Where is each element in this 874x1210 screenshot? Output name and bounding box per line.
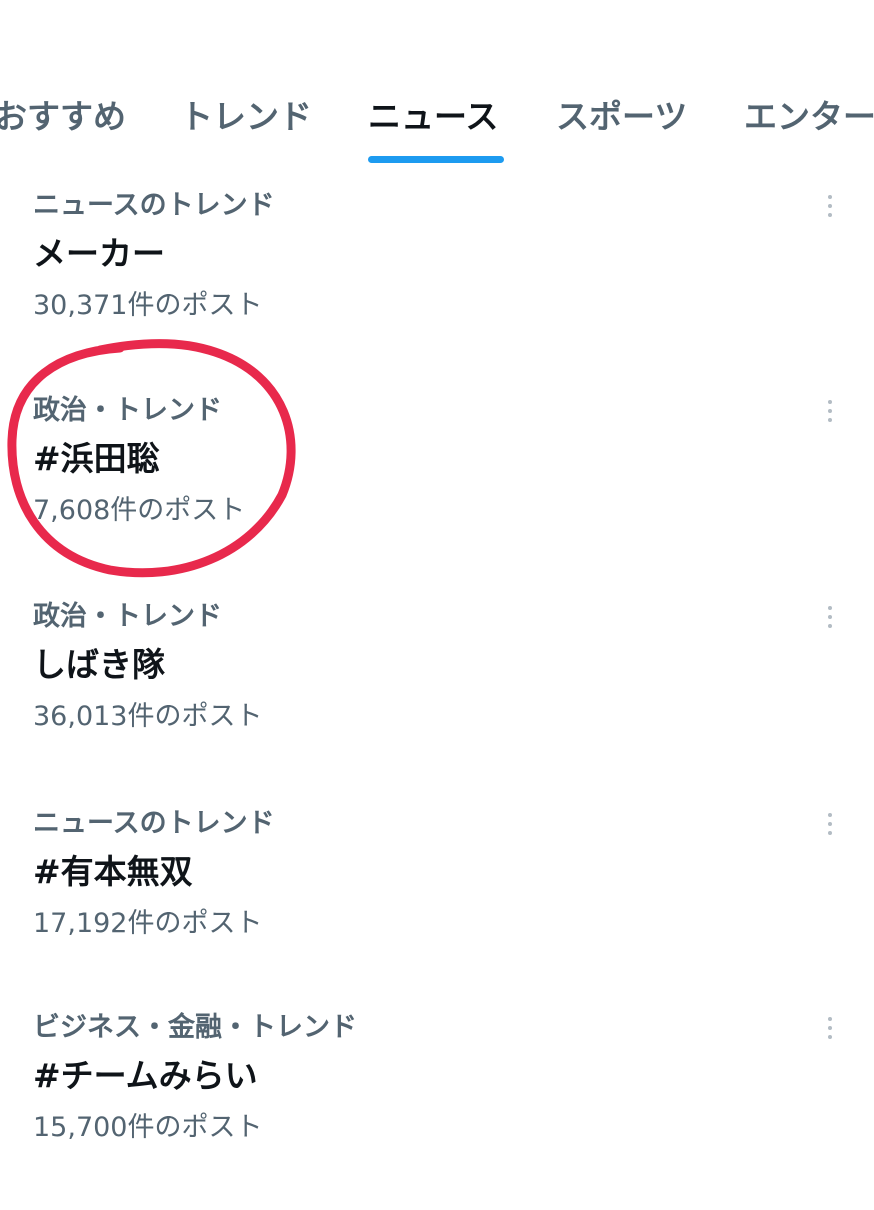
trend-item[interactable]: 政治・トレンド #浜田聡 7,608件のポスト [0, 393, 874, 593]
trend-title: しばき隊 [33, 645, 165, 684]
explore-tabs: おすすめ トレンド ニュース スポーツ エンター [0, 0, 874, 170]
more-vertical-icon[interactable] [815, 188, 845, 224]
trend-category: 政治・トレンド [33, 395, 222, 426]
trend-category: ニュースのトレンド [33, 190, 275, 221]
trend-item[interactable]: ニュースのトレンド #有本無双 17,192件のポスト [0, 806, 874, 1006]
more-vertical-icon[interactable] [815, 599, 845, 635]
tab-trending[interactable]: トレンド [180, 92, 312, 142]
tab-news[interactable]: ニュース [368, 92, 498, 142]
trend-category: ビジネス・金融・トレンド [33, 1012, 357, 1043]
trend-item[interactable]: ビジネス・金融・トレンド #チームみらい 15,700件のポスト [0, 1010, 874, 1210]
more-vertical-icon[interactable] [815, 393, 845, 429]
trend-post-count: 7,608件のポスト [33, 495, 246, 526]
active-tab-indicator [368, 156, 504, 163]
tab-sports[interactable]: スポーツ [556, 92, 687, 142]
trend-title: メーカー [33, 234, 165, 273]
more-vertical-icon[interactable] [815, 806, 845, 842]
tab-entertainment[interactable]: エンター [744, 92, 874, 142]
trend-post-count: 17,192件のポスト [33, 908, 263, 939]
trend-post-count: 30,371件のポスト [33, 290, 263, 321]
trend-category: 政治・トレンド [33, 601, 222, 632]
trend-title: #浜田聡 [33, 439, 160, 478]
trend-post-count: 36,013件のポスト [33, 701, 263, 732]
tab-recommended[interactable]: おすすめ [0, 92, 126, 142]
more-vertical-icon[interactable] [815, 1010, 845, 1046]
trend-category: ニュースのトレンド [33, 808, 275, 839]
trend-item[interactable]: ニュースのトレンド メーカー 30,371件のポスト [0, 188, 874, 388]
trend-title: #有本無双 [33, 852, 193, 891]
trend-post-count: 15,700件のポスト [33, 1112, 263, 1143]
trend-item[interactable]: 政治・トレンド しばき隊 36,013件のポスト [0, 599, 874, 799]
trend-title: #チームみらい [33, 1056, 258, 1095]
